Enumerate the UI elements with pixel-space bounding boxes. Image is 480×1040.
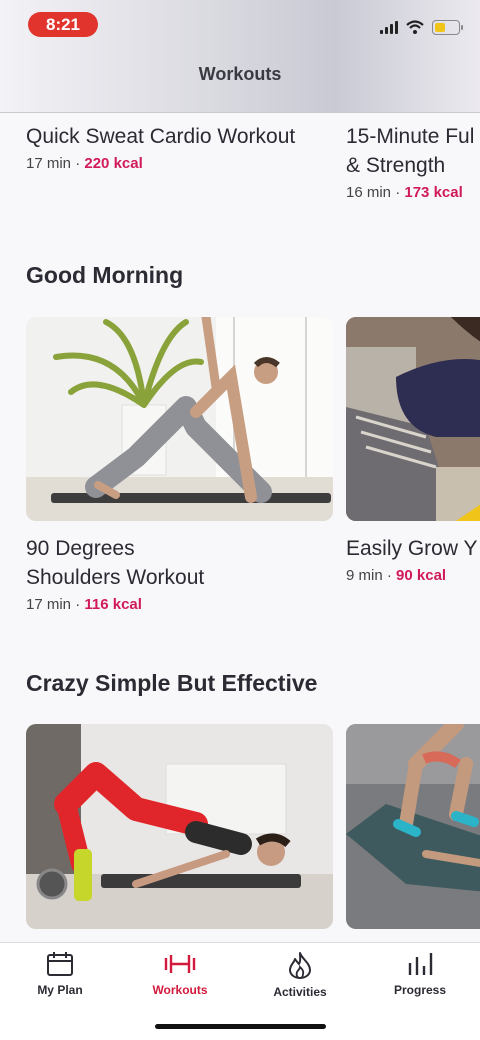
workout-thumbnail [346,724,480,929]
workout-thumbnail [26,317,333,521]
workout-meta: 9 min · 90 kcal [346,567,447,584]
glute-bridge-image [26,724,333,929]
workout-title: Quick Sweat Cardio Workout [26,125,296,148]
workout-title-line1: 15-Minute Ful [346,125,475,148]
bar-chart-icon [408,953,433,975]
workout-title-line2: & Strength [346,154,446,177]
tab-activities[interactable]: Activities [240,951,360,999]
calendar-icon [47,952,73,976]
workout-meta: 17 min · 220 kcal [26,155,143,172]
tab-workouts[interactable]: Workouts [120,951,240,997]
workout-duration: 17 min [26,596,72,613]
section-title: Good Morning [26,262,184,288]
workout-card[interactable] [26,724,333,929]
status-time: 8:21 [28,12,98,37]
flame-icon [289,952,311,979]
tab-label: Workouts [152,983,208,997]
workout-card[interactable]: 90 Degrees Shoulders Workout 17 min · 11… [26,317,333,613]
workouts-feed[interactable]: Quick Sweat Cardio Workout 17 min · 220 … [0,112,480,942]
workout-meta: 16 min · 173 kcal [346,184,463,201]
workout-meta: 17 min · 116 kcal [26,596,142,613]
workout-duration: 16 min [346,184,392,201]
workout-card[interactable]: Easily Grow Y 9 min · 90 kcal [346,317,480,584]
workout-kcal: 173 kcal [404,184,463,201]
page-title: Workouts [198,64,282,84]
workout-card[interactable]: 15-Minute Ful & Strength 16 min · 173 kc… [346,122,480,201]
workout-duration: 17 min [26,155,72,172]
tab-progress[interactable]: Progress [360,951,480,997]
squat-woman-image [346,317,480,521]
home-indicator[interactable] [155,1024,326,1029]
workout-title-line1: 90 Degrees [26,537,135,560]
workout-kcal: 90 kcal [396,567,447,584]
tab-label: My Plan [37,983,83,997]
header-bar: 8:21 Workouts [0,0,480,113]
status-icons [380,19,463,35]
workout-kcal: 116 kcal [84,596,142,613]
workout-title-line1: Easily Grow Y [346,537,478,560]
tab-label: Activities [273,985,327,999]
stretching-man-image [26,317,333,521]
workout-kcal: 220 kcal [84,155,143,172]
band-bridge-image [346,724,480,929]
workout-thumbnail [346,317,480,521]
dumbbell-icon [164,955,196,973]
section-title: Crazy Simple But Effective [26,670,318,696]
battery-icon [432,19,463,35]
workout-card[interactable] [346,724,480,929]
wifi-icon [406,20,424,34]
workout-card[interactable]: Quick Sweat Cardio Workout 17 min · 220 … [26,122,336,172]
workout-duration: 9 min [346,567,383,584]
tab-my-plan[interactable]: My Plan [0,951,120,997]
workout-thumbnail [26,724,333,929]
cellular-signal-icon [380,20,398,34]
tab-label: Progress [393,983,447,997]
workout-title-line2: Shoulders Workout [26,566,205,589]
